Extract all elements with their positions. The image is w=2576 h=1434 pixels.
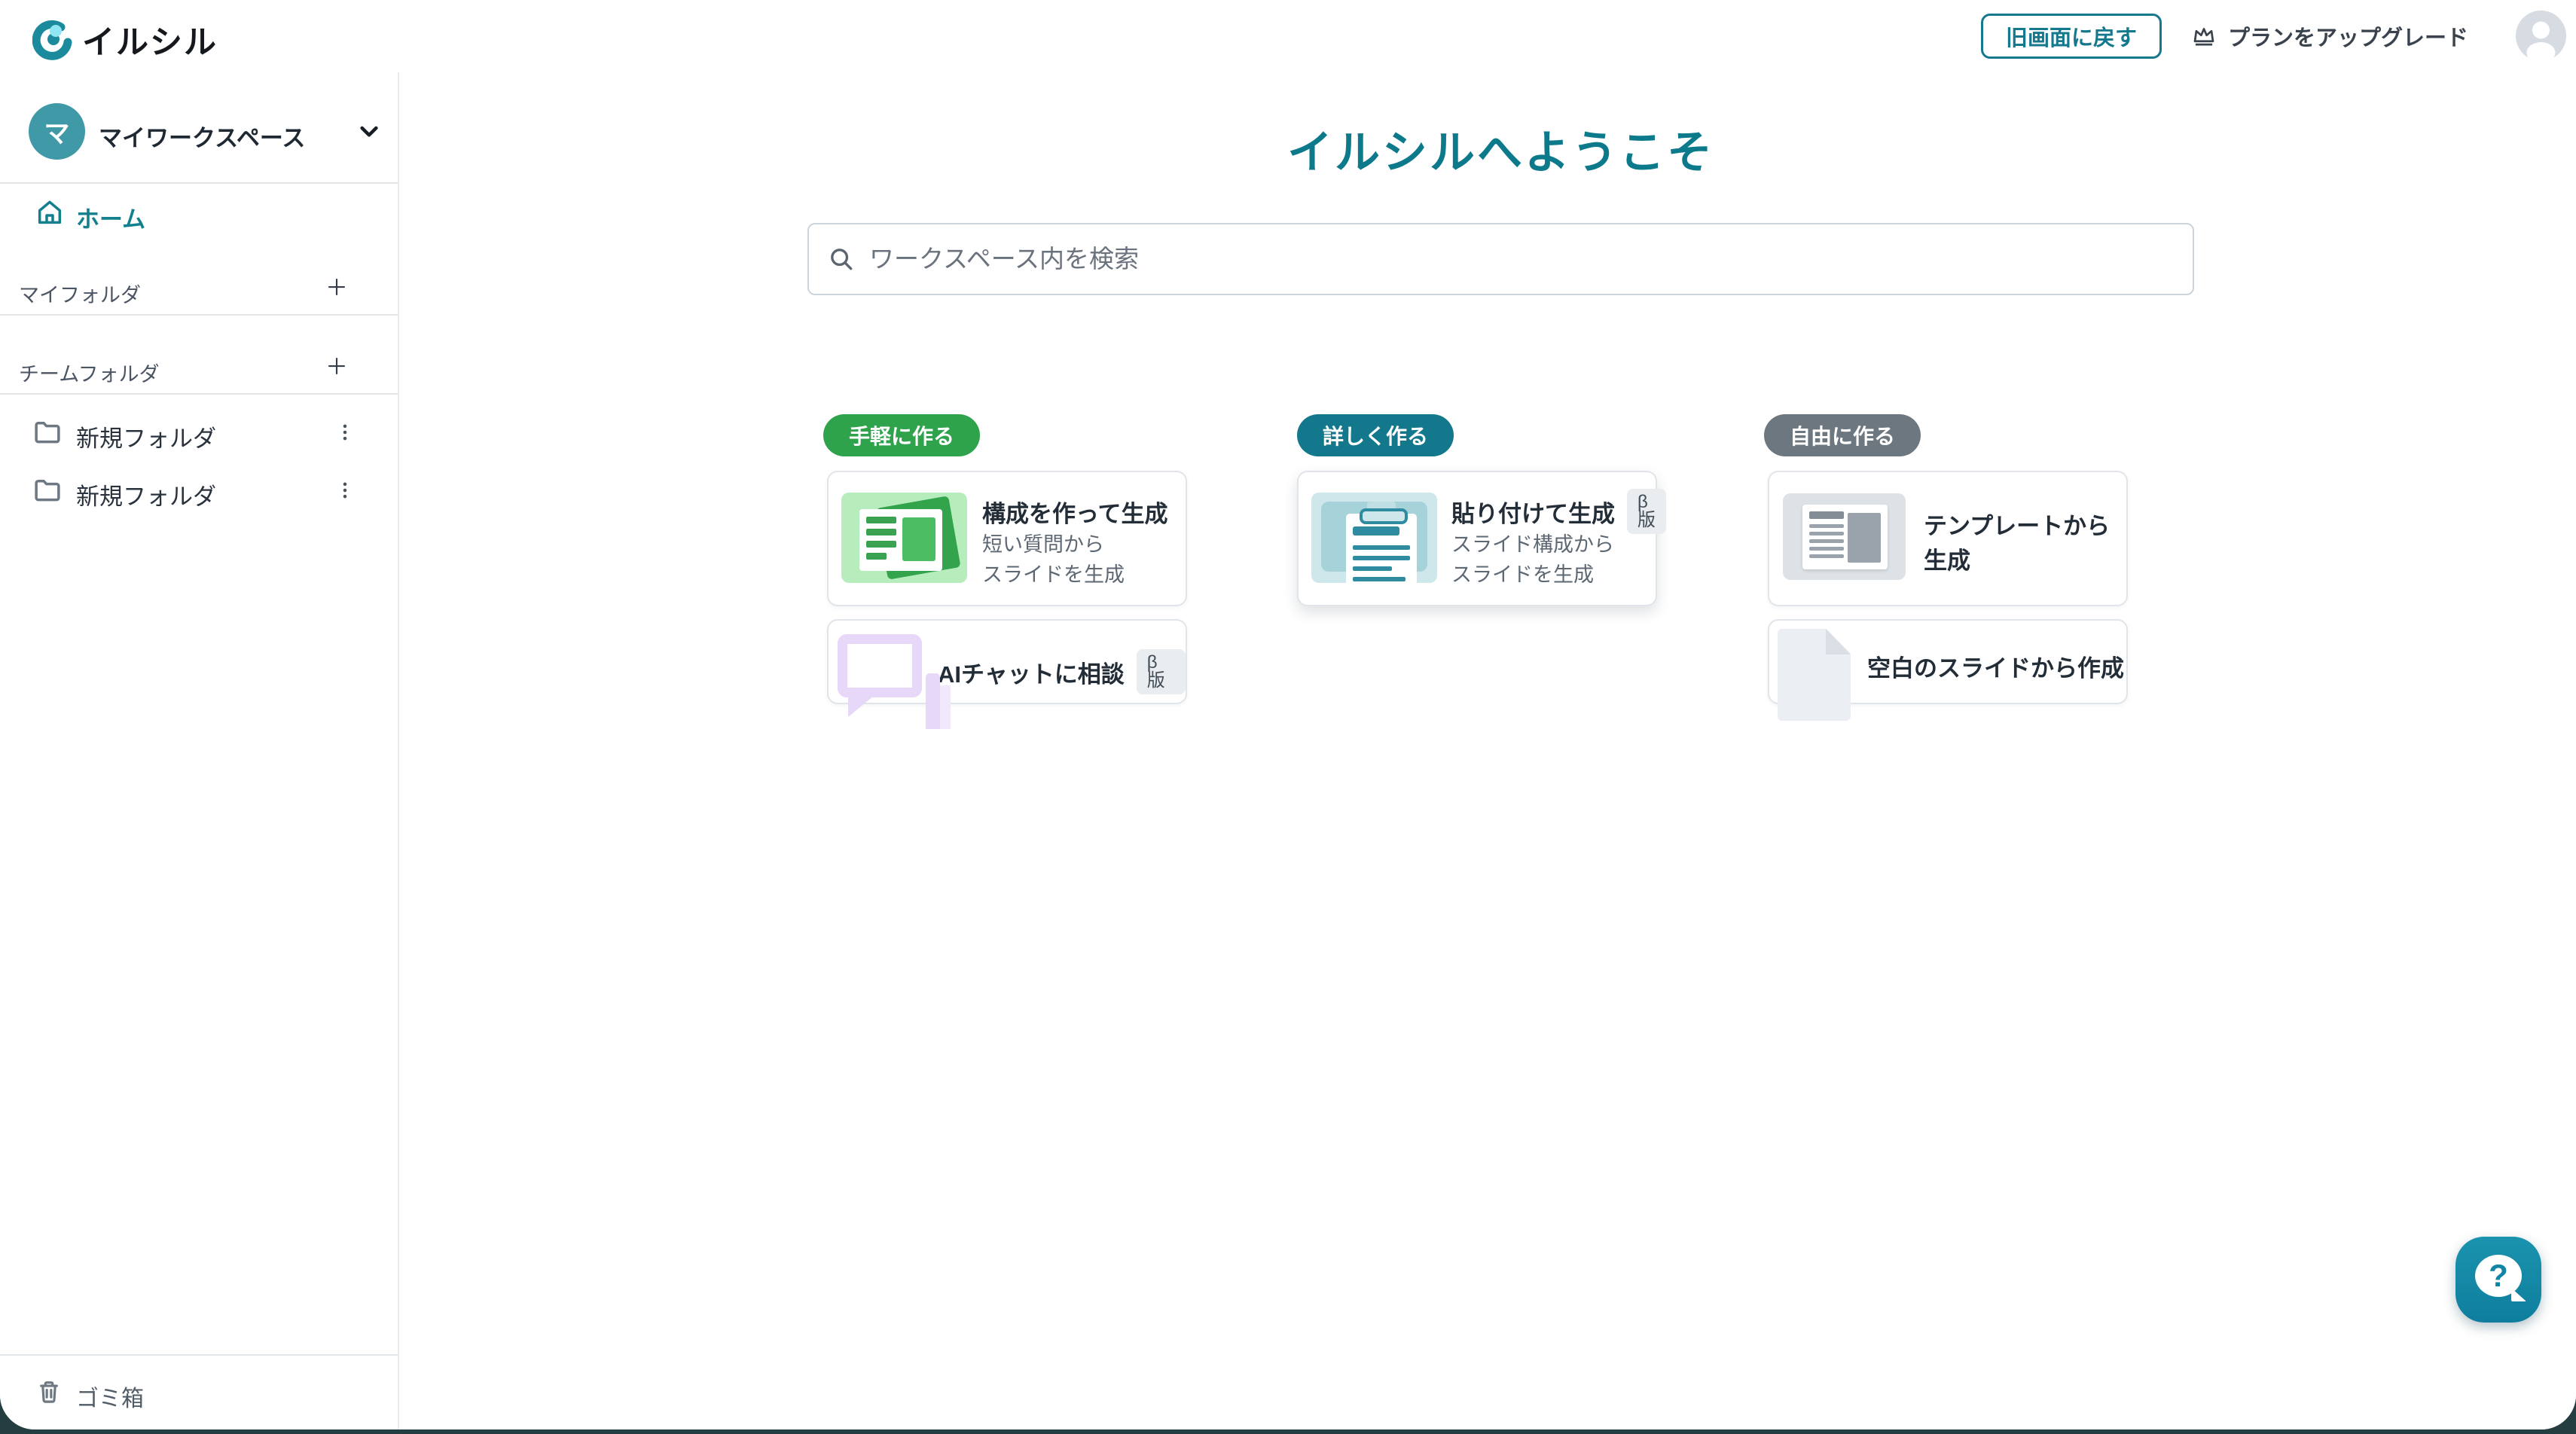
card-blank-slide[interactable]: 空白のスライドから作成	[1768, 619, 2128, 704]
badge-free-label: 自由に作る	[1790, 420, 1895, 450]
card-title: 構成を作って生成	[982, 495, 1167, 529]
card-title: AIチャットに相談	[938, 655, 1125, 689]
folder-name: 新規フォルダ	[76, 477, 216, 511]
search-input[interactable]	[868, 244, 2175, 274]
sidebar-item-folder[interactable]: 新規フォルダ	[0, 465, 398, 515]
help-button[interactable]: ?	[2455, 1237, 2541, 1323]
folder-menu-kebab-icon[interactable]	[330, 417, 360, 447]
my-folder-section-label: マイフォルダ	[19, 279, 141, 308]
folder-name: 新規フォルダ	[76, 420, 216, 453]
folder-icon	[32, 474, 63, 506]
trash-label: ゴミ箱	[76, 1380, 144, 1413]
beta-badge: β版	[1137, 649, 1186, 694]
add-team-folder-button[interactable]	[325, 355, 348, 377]
sidebar-home-label: ホーム	[76, 200, 145, 234]
my-folder-section: マイフォルダ	[0, 261, 398, 316]
badge-free-create: 自由に作る	[1764, 414, 1921, 456]
badge-easy-create: 手軽に作る	[823, 414, 980, 456]
folder-menu-kebab-icon[interactable]	[330, 475, 360, 505]
workspace-search	[807, 223, 2194, 295]
trash-icon	[35, 1378, 63, 1406]
sidebar: マ マイワークスペース ホーム マイフォルダ	[0, 72, 399, 1429]
card-title: 空白のスライドから作成	[1867, 649, 2124, 683]
home-icon	[35, 197, 65, 227]
sidebar-item-folder[interactable]: 新規フォルダ	[0, 407, 398, 457]
app-logo[interactable]: イルシル	[32, 17, 218, 63]
card-title-line1: テンプレートから	[1924, 507, 2110, 541]
beta-badge: β版	[1627, 489, 1666, 534]
app-sheet: イルシル 旧画面に戻す プランをアップグレード マ マイワークスペース	[0, 0, 2576, 1429]
structure-thumbnail-icon	[841, 493, 967, 583]
card-generate-from-paste[interactable]: 貼り付けて生成 β版 スライド構成から スライドを生成	[1297, 471, 1657, 606]
card-title-line2: 生成	[1924, 542, 1970, 575]
logo-text: イルシル	[82, 17, 218, 63]
blank-page-icon	[1778, 629, 1851, 721]
card-subtitle-line2: スライドを生成	[1451, 558, 1594, 587]
badge-detail-label: 詳しく作る	[1323, 420, 1428, 450]
workspace-avatar: マ	[29, 103, 85, 160]
page-title: イルシルへようこそ	[807, 116, 2194, 182]
logo-swirl-icon	[32, 20, 73, 60]
team-folder-section: チームフォルダ	[0, 340, 398, 395]
card-subtitle-line2: スライドを生成	[982, 558, 1125, 587]
card-subtitle-line1: 短い質問から	[982, 528, 1104, 557]
upgrade-plan-label: プランをアップグレード	[2228, 20, 2468, 52]
paste-thumbnail-icon	[1311, 493, 1437, 583]
sidebar-item-trash[interactable]: ゴミ箱	[0, 1354, 398, 1429]
workspace-switcher[interactable]: マ マイワークスペース	[0, 72, 398, 184]
badge-detailed-create: 詳しく作る	[1297, 414, 1454, 456]
search-icon	[827, 245, 856, 273]
card-subtitle-line1: スライド構成から	[1451, 528, 1614, 557]
card-title: 貼り付けて生成	[1451, 495, 1615, 529]
add-my-folder-button[interactable]	[325, 276, 348, 298]
user-avatar[interactable]	[2516, 11, 2566, 61]
folder-icon	[32, 416, 63, 448]
chat-bubble-icon	[838, 631, 958, 737]
main-content: イルシルへようこそ 手軽に作る 詳しく作る 自由に作る	[399, 72, 2576, 1429]
workspace-name: マイワークスペース	[99, 119, 305, 153]
team-folder-section-label: チームフォルダ	[19, 358, 160, 387]
badge-easy-label: 手軽に作る	[849, 420, 954, 450]
card-generate-from-template[interactable]: テンプレートから 生成	[1768, 471, 2128, 606]
help-bubble-icon: ?	[2475, 1255, 2522, 1297]
upgrade-plan-button[interactable]: プランをアップグレード	[2190, 14, 2468, 59]
back-to-old-ui-button[interactable]: 旧画面に戻す	[1981, 14, 2162, 59]
card-ai-chat[interactable]: AIチャットに相談 β版	[827, 619, 1187, 704]
crown-icon	[2190, 23, 2217, 50]
help-question-mark: ?	[2475, 1255, 2522, 1297]
top-header: イルシル 旧画面に戻す プランをアップグレード	[0, 0, 2576, 74]
template-thumbnail-icon	[1783, 493, 1906, 580]
chevron-down-icon	[357, 119, 381, 143]
back-to-old-ui-label: 旧画面に戻す	[2006, 20, 2137, 52]
sidebar-item-home[interactable]: ホーム	[0, 184, 398, 241]
card-generate-from-structure[interactable]: 構成を作って生成 短い質問から スライドを生成	[827, 471, 1187, 606]
